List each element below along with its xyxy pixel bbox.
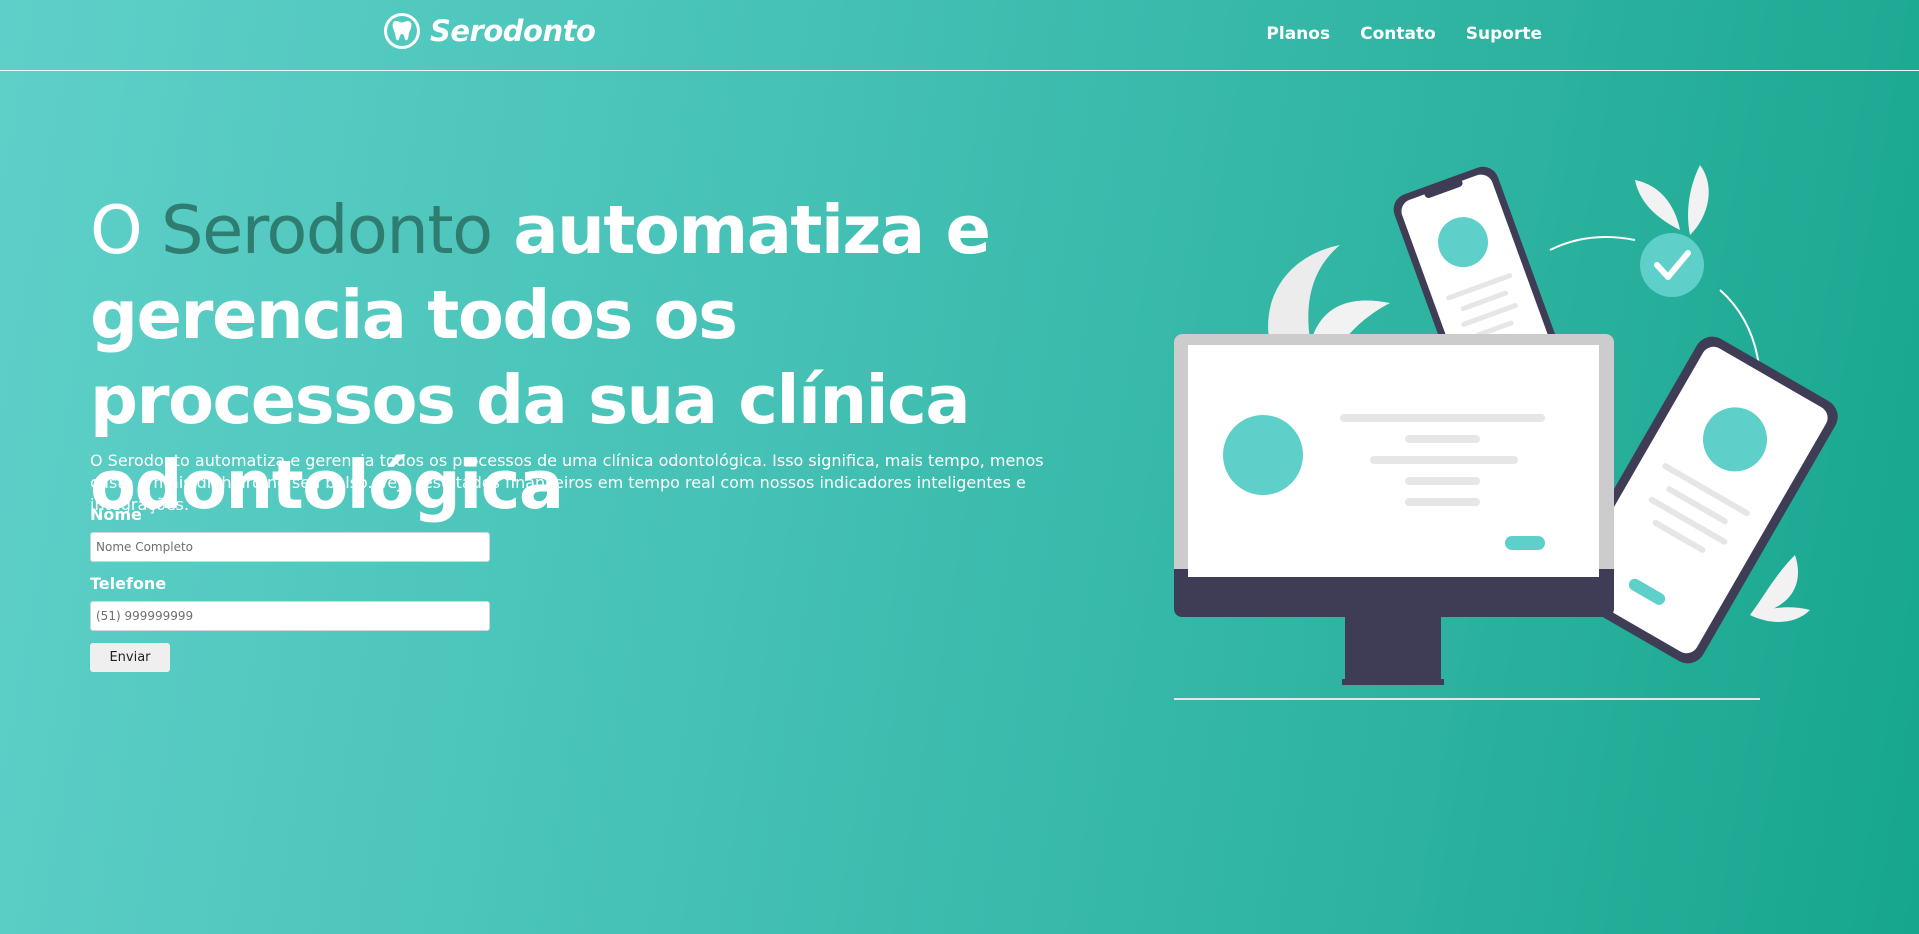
- brand-name: Serodonto: [430, 14, 596, 48]
- phone-input[interactable]: [90, 601, 490, 631]
- submit-button[interactable]: Enviar: [90, 643, 170, 672]
- leaf-left-icon: [1268, 245, 1390, 347]
- name-input[interactable]: [90, 532, 490, 562]
- phone-label: Telefone: [90, 574, 167, 593]
- leaf-bottom-right-icon: [1750, 555, 1810, 622]
- nav-link-planos[interactable]: Planos: [1266, 24, 1330, 44]
- navbar: Serodonto Planos Contato Suporte: [0, 0, 1919, 71]
- hero-title-prefix: O: [90, 191, 162, 269]
- devices-illustration: [1174, 165, 1838, 700]
- tooth-icon: [384, 13, 420, 49]
- ground-line: [1174, 698, 1760, 700]
- nav-link-contato[interactable]: Contato: [1360, 24, 1436, 44]
- name-label: Nome: [90, 505, 142, 524]
- check-circle-icon: [1640, 233, 1704, 297]
- brand[interactable]: Serodonto: [384, 13, 596, 49]
- nav-link-suporte[interactable]: Suporte: [1466, 24, 1542, 44]
- lead-form: Nome Telefone Enviar: [90, 505, 490, 672]
- leaf-top-right-icon: [1635, 165, 1709, 235]
- monitor-illustration: [1174, 334, 1614, 685]
- hero-title-accent: Serodonto: [161, 191, 493, 269]
- nav-links: Planos Contato Suporte: [1266, 24, 1542, 44]
